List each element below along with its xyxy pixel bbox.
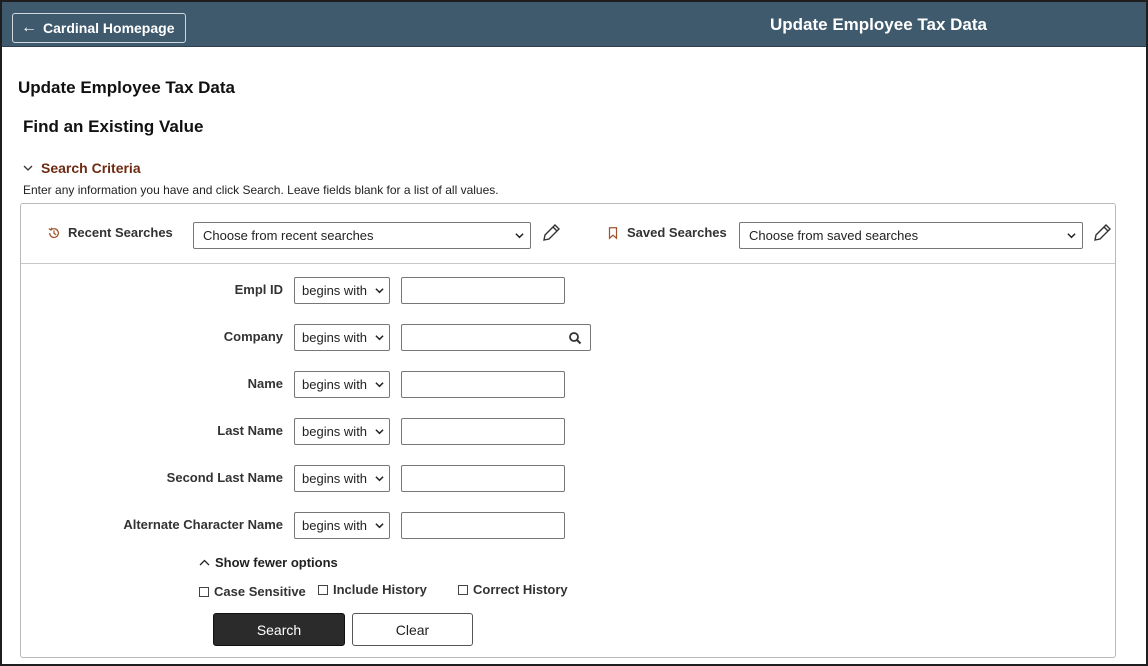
search-criteria-toggle[interactable]: Search Criteria [23, 160, 141, 176]
correct-history-option[interactable]: Correct History [458, 582, 568, 597]
name-operator[interactable]: begins with [294, 371, 390, 398]
company-input[interactable] [401, 324, 591, 351]
chevron-down-icon [375, 335, 384, 341]
show-fewer-options-toggle[interactable]: Show fewer options [199, 555, 338, 570]
cardinal-homepage-button[interactable]: ← Cardinal Homepage [12, 13, 187, 43]
top-banner: ← Cardinal Homepage Update Employee Tax … [2, 2, 1146, 47]
chevron-down-icon [515, 233, 524, 239]
name-label: Name [247, 376, 283, 391]
history-icon [48, 227, 59, 238]
recent-searches-text: Recent Searches [68, 225, 173, 240]
company-operator[interactable]: begins with [294, 324, 390, 351]
search-instructions: Enter any information you have and click… [23, 183, 499, 197]
chevron-down-icon [375, 382, 384, 388]
search-panel: Recent Searches Choose from recent searc… [20, 203, 1116, 658]
alternate-character-name-operator[interactable]: begins with [294, 512, 390, 539]
correct-history-checkbox[interactable] [458, 584, 468, 595]
chevron-up-icon [199, 559, 210, 566]
banner-title: Update Employee Tax Data [770, 15, 987, 34]
second-last-name-operator-value: begins with [302, 471, 368, 486]
chevron-down-icon [375, 288, 384, 294]
empl-id-operator-value: begins with [302, 283, 368, 298]
empl-id-label: Empl ID [234, 282, 283, 297]
include-history-label: Include History [333, 582, 427, 597]
saved-searches-label: Saved Searches [606, 225, 727, 240]
edit-saved-searches-icon[interactable] [1091, 222, 1113, 244]
empl-id-input[interactable] [401, 277, 565, 304]
case-sensitive-option[interactable]: Case Sensitive [199, 584, 306, 599]
chevron-down-icon [375, 476, 384, 482]
last-name-operator[interactable]: begins with [294, 418, 390, 445]
second-last-name-operator[interactable]: begins with [294, 465, 390, 492]
page-title: Update Employee Tax Data [18, 78, 235, 97]
recent-searches-value: Choose from recent searches [203, 228, 374, 243]
case-sensitive-checkbox[interactable] [199, 586, 209, 597]
include-history-option[interactable]: Include History [318, 582, 427, 597]
company-operator-value: begins with [302, 330, 368, 345]
clear-button[interactable]: Clear [352, 613, 473, 646]
name-input[interactable] [401, 371, 565, 398]
correct-history-label: Correct History [473, 582, 568, 597]
recent-searches-dropdown[interactable]: Choose from recent searches [193, 222, 531, 249]
saved-searches-text: Saved Searches [627, 225, 727, 240]
alternate-character-name-operator-value: begins with [302, 518, 368, 533]
last-name-input[interactable] [401, 418, 565, 445]
company-label: Company [223, 329, 283, 344]
last-name-label: Last Name [217, 423, 283, 438]
cardinal-homepage-label: Cardinal Homepage [43, 20, 175, 36]
alternate-character-name-label: Alternate Character Name [123, 517, 283, 532]
chevron-down-icon [23, 165, 33, 171]
chevron-down-icon [375, 523, 384, 529]
second-last-name-input[interactable] [401, 465, 565, 492]
name-operator-value: begins with [302, 377, 368, 392]
chevron-down-icon [1067, 233, 1076, 239]
show-fewer-options-label: Show fewer options [215, 555, 338, 570]
case-sensitive-label: Case Sensitive [214, 584, 306, 599]
magnifier-icon[interactable] [568, 331, 582, 345]
alternate-character-name-input[interactable] [401, 512, 565, 539]
saved-searches-value: Choose from saved searches [749, 228, 919, 243]
arrow-left-icon: ← [21, 19, 37, 36]
bookmark-icon [608, 226, 618, 240]
page-subtitle: Find an Existing Value [23, 117, 204, 136]
recent-searches-label: Recent Searches [47, 225, 173, 240]
saved-searches-bar: Recent Searches Choose from recent searc… [21, 204, 1115, 264]
include-history-checkbox[interactable] [318, 584, 328, 595]
search-button[interactable]: Search [213, 613, 345, 646]
second-last-name-label: Second Last Name [166, 470, 283, 485]
chevron-down-icon [375, 429, 384, 435]
empl-id-operator[interactable]: begins with [294, 277, 390, 304]
saved-searches-dropdown[interactable]: Choose from saved searches [739, 222, 1083, 249]
edit-recent-searches-icon[interactable] [540, 222, 562, 244]
last-name-operator-value: begins with [302, 424, 368, 439]
search-criteria-label: Search Criteria [41, 160, 141, 176]
